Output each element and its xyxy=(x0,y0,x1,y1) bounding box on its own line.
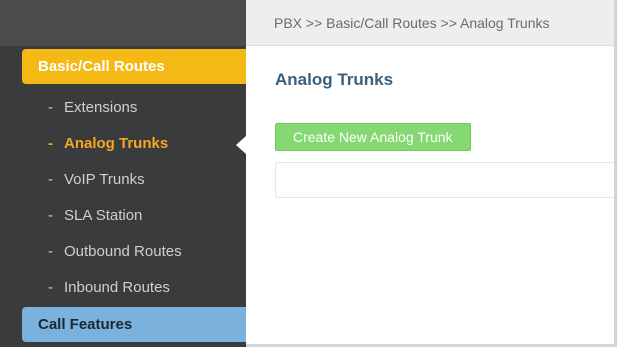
analog-trunks-table xyxy=(275,162,617,198)
page-title: Analog Trunks xyxy=(275,70,394,89)
sidebar-item-dash: - xyxy=(48,279,53,296)
sidebar-item-inbound-routes[interactable]: - Inbound Routes xyxy=(48,276,170,300)
sidebar-item-label: Inbound Routes xyxy=(64,279,170,296)
sidebar-item-label: Analog Trunks xyxy=(64,135,169,152)
sidebar-item-analog-trunks[interactable]: - Analog Trunks xyxy=(48,132,168,156)
sidebar-item-label: Outbound Routes xyxy=(64,243,182,260)
sidebar-item-outbound-routes[interactable]: - Outbound Routes xyxy=(48,240,182,264)
create-new-analog-trunk-button[interactable]: Create New Analog Trunk xyxy=(275,123,471,151)
breadcrumb: PBX >> Basic/Call Routes >> Analog Trunk… xyxy=(246,0,617,46)
sidebar-item-dash: - xyxy=(48,243,53,260)
sidebar-item-dash: - xyxy=(48,207,53,224)
sidebar-item-dash: - xyxy=(48,135,53,152)
sidebar-section-basic-call-routes[interactable]: Basic/Call Routes xyxy=(22,49,246,84)
sidebar-item-voip-trunks[interactable]: - VoIP Trunks xyxy=(48,168,145,192)
sidebar-section-call-features[interactable]: Call Features xyxy=(22,307,246,342)
sidebar-item-dash: - xyxy=(48,99,53,116)
sidebar-top-bar xyxy=(0,0,246,46)
sidebar-item-extensions[interactable]: - Extensions xyxy=(48,96,137,120)
sidebar: Basic/Call Routes - Extensions - Analog Tr… xyxy=(0,0,246,347)
sidebar-item-dash: - xyxy=(48,171,53,188)
sidebar-item-label: VoIP Trunks xyxy=(64,171,145,188)
sidebar-item-sla-station[interactable]: - SLA Station xyxy=(48,204,142,228)
active-item-arrow-icon xyxy=(236,136,246,154)
sidebar-item-label: Extensions xyxy=(64,99,138,116)
sidebar-item-label: SLA Station xyxy=(64,207,143,224)
